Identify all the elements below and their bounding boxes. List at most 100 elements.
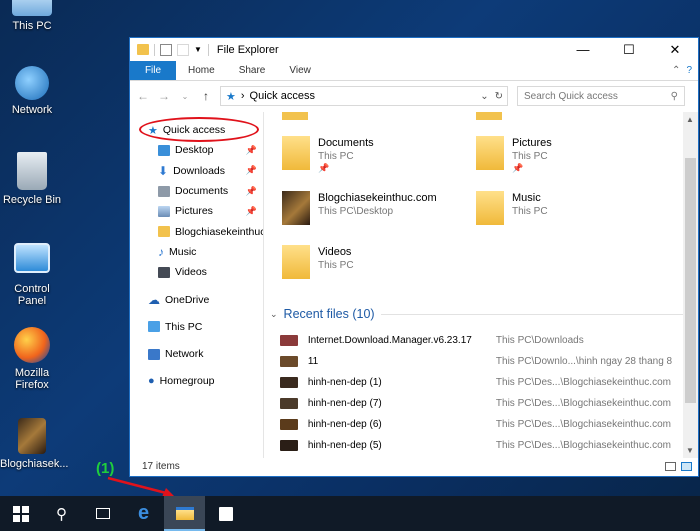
new-folder-icon[interactable] xyxy=(177,43,189,56)
file-explorer-window: ▼ File Explorer — ☐ ✕ File Home Share Vi… xyxy=(129,37,699,477)
recent-files-header[interactable]: ⌄ Recent files (10) xyxy=(270,307,684,321)
task-view-button[interactable] xyxy=(82,496,123,531)
store-button[interactable] xyxy=(205,496,246,531)
folder-tile-blog[interactable]: Blogchiasekeinthuc.com This PC\Desktop xyxy=(282,191,437,225)
desktop-icon-network[interactable]: Network xyxy=(0,66,64,116)
edge-button[interactable]: e xyxy=(123,496,164,531)
tab-view[interactable]: View xyxy=(277,61,323,80)
network-icon xyxy=(148,348,160,360)
file-path: This PC\Des...\Blogchiasekeinthuc.com xyxy=(495,398,671,409)
nav-item-desktop[interactable]: Desktop 📌 xyxy=(130,140,263,160)
nav-gap xyxy=(130,364,263,371)
address-bar[interactable]: ★ › Quick access ⌄ ↻ xyxy=(220,86,508,106)
minimize-button[interactable]: — xyxy=(560,38,606,61)
scroll-up-arrow[interactable]: ▲ xyxy=(686,115,694,124)
folder-icon xyxy=(158,226,170,238)
back-arrow-icon[interactable]: ← xyxy=(136,89,150,103)
up-arrow-icon[interactable]: ↑ xyxy=(199,89,213,103)
nav-item-pictures[interactable]: Pictures 📌 xyxy=(130,201,263,221)
nav-item-downloads[interactable]: ⬇ Downloads 📌 xyxy=(130,161,263,181)
nav-item-onedrive[interactable]: ☁ OneDrive xyxy=(130,289,263,309)
close-button[interactable]: ✕ xyxy=(652,38,698,61)
section-divider xyxy=(380,313,684,315)
edge-icon: e xyxy=(137,502,150,524)
folder-tile-documents[interactable]: Documents This PC 📌 xyxy=(282,136,374,174)
recent-file-row[interactable]: Internet.Download.Manager.v6.23.17 This … xyxy=(280,330,684,351)
large-icons-view-icon[interactable] xyxy=(681,461,692,471)
red-highlight-annotation xyxy=(139,117,259,142)
archive-icon xyxy=(280,335,298,346)
nav-item-label: Documents xyxy=(175,185,229,198)
chevron-down-icon[interactable]: ▼ xyxy=(194,45,202,54)
tab-share[interactable]: Share xyxy=(227,61,278,80)
folder-tile-pictures[interactable]: Pictures This PC 📌 xyxy=(476,136,552,174)
recent-file-row[interactable]: hinh-nen-dep (1) This PC\Des...\Blogchia… xyxy=(280,372,684,393)
search-button[interactable]: ⚲ xyxy=(41,496,82,531)
tab-home[interactable]: Home xyxy=(176,61,227,80)
ribbon-tabs: File Home Share View ⌃ ? xyxy=(130,61,698,81)
desktop-icon-control-panel[interactable]: Control Panel xyxy=(0,243,64,307)
nav-gap xyxy=(130,310,263,317)
details-view-icon[interactable] xyxy=(665,461,676,471)
chevron-down-icon[interactable]: ⌄ xyxy=(480,91,488,102)
recent-file-row[interactable]: hinh-nen-dep (5) This PC\Des...\Blogchia… xyxy=(280,435,684,456)
image-folder-icon xyxy=(282,191,310,225)
desktop-icon-firefox[interactable]: Mozilla Firefox xyxy=(0,327,64,391)
tab-file[interactable]: File xyxy=(130,61,176,80)
file-path: This PC\Downloads xyxy=(495,335,584,346)
forward-arrow-icon[interactable]: → xyxy=(157,89,171,103)
nav-item-videos[interactable]: Videos xyxy=(130,262,263,282)
desktop-icon-blog-folder[interactable]: Blogchiasek... xyxy=(0,418,68,470)
nav-item-homegroup[interactable]: ● Homegroup xyxy=(130,371,263,391)
refresh-icon[interactable]: ↻ xyxy=(495,91,503,102)
pin-icon: 📌 xyxy=(245,144,257,155)
file-explorer-taskbar-button[interactable] xyxy=(164,496,205,531)
recent-file-row[interactable]: hinh-nen-dep (6) This PC\Des...\Blogchia… xyxy=(280,414,684,435)
vertical-scrollbar[interactable]: ▲ ▼ xyxy=(683,112,698,458)
file-name: hinh-nen-dep (1) xyxy=(307,377,382,388)
document-icon xyxy=(158,185,170,197)
image-thumbnail xyxy=(280,419,298,430)
scroll-down-arrow[interactable]: ▼ xyxy=(686,446,694,455)
desktop-icon-label: Network xyxy=(11,104,53,116)
help-icon[interactable]: ? xyxy=(686,65,692,76)
content-pane: Documents This PC 📌 Pictures This PC 📌 B… xyxy=(270,112,684,458)
maximize-button[interactable]: ☐ xyxy=(606,38,652,61)
nav-item-network[interactable]: Network xyxy=(130,344,263,364)
desktop-icon-this-pc[interactable]: This PC xyxy=(0,0,64,32)
collapse-ribbon-icon[interactable]: ⌃ xyxy=(672,65,680,76)
title-divider xyxy=(207,43,209,56)
recent-file-row[interactable]: hinh-nen-dep (7) This PC\Des...\Blogchia… xyxy=(280,393,684,414)
folder-name: Music xyxy=(512,192,541,204)
folder-icon[interactable] xyxy=(282,112,308,120)
navigation-pane: ★ Quick access Desktop 📌 ⬇ Downloads 📌 D… xyxy=(130,112,263,458)
search-input[interactable]: Search Quick access ⚲ xyxy=(517,86,685,106)
cloud-icon: ☁ xyxy=(148,292,160,307)
image-folder-icon xyxy=(18,418,46,454)
recent-file-row[interactable]: 11 This PC\Downlo...\hinh ngay 28 thang … xyxy=(280,351,684,372)
window-controls: — ☐ ✕ xyxy=(560,38,698,61)
nav-item-music[interactable]: ♪ Music xyxy=(130,242,263,262)
folder-tile-videos[interactable]: Videos This PC xyxy=(282,245,354,279)
file-path: This PC\Des...\Blogchiasekeinthuc.com xyxy=(495,377,671,388)
nav-item-this-pc[interactable]: This PC xyxy=(130,317,263,337)
image-thumbnail xyxy=(280,398,298,409)
scrollbar-thumb[interactable] xyxy=(685,158,696,403)
nav-item-label: Downloads xyxy=(173,164,226,177)
nav-item-blog-folder[interactable]: Blogchiasekeinthuc xyxy=(130,221,263,241)
folder-tile-music[interactable]: Music This PC xyxy=(476,191,548,225)
start-button[interactable] xyxy=(0,496,41,531)
music-folder-icon xyxy=(476,191,504,225)
properties-icon[interactable] xyxy=(160,43,172,56)
pane-splitter[interactable] xyxy=(263,112,264,458)
recent-locations-icon[interactable]: ⌄ xyxy=(178,92,192,101)
search-icon: ⚲ xyxy=(670,90,678,102)
pin-icon: 📌 xyxy=(318,163,330,173)
window-title: File Explorer xyxy=(216,43,279,56)
folder-name: Blogchiasekeinthuc.com xyxy=(318,192,437,204)
folder-icon[interactable] xyxy=(137,44,149,55)
nav-item-label: Desktop xyxy=(175,144,214,157)
folder-icon[interactable] xyxy=(476,112,502,120)
nav-item-documents[interactable]: Documents 📌 xyxy=(130,181,263,201)
desktop-icon-recycle-bin[interactable]: Recycle Bin xyxy=(0,152,64,206)
